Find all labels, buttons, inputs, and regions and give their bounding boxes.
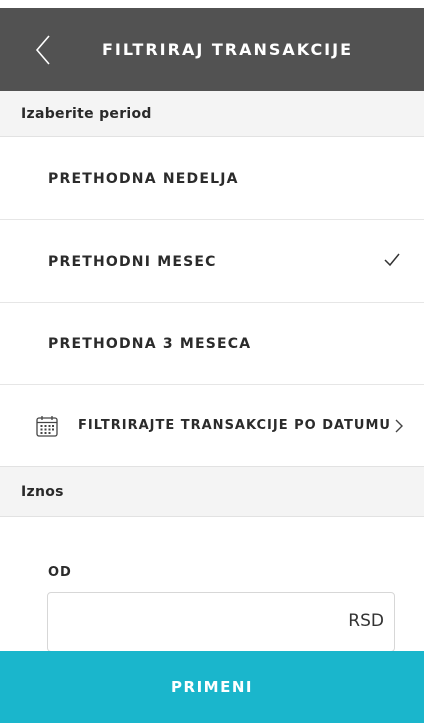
check-icon: [384, 253, 400, 267]
option-prethodni-mesec[interactable]: PRETHODNI MESEC: [0, 221, 424, 303]
page-title: FILTRIRAJ TRANSAKCIJE: [102, 40, 354, 59]
amount-section-heading: Iznos: [0, 467, 424, 517]
currency-label: RSD: [348, 611, 384, 631]
option-prethodna-3-meseca[interactable]: PRETHODNA 3 MESECA: [0, 303, 424, 385]
option-prethodna-nedelja[interactable]: PRETHODNA NEDELJA: [0, 138, 424, 220]
option-label: PRETHODNA 3 MESECA: [48, 336, 252, 352]
option-label: PRETHODNA NEDELJA: [48, 171, 239, 187]
apply-button[interactable]: PRIMENI: [0, 651, 424, 723]
top-bar: FILTRIRAJ TRANSAKCIJE: [0, 8, 424, 91]
period-section-heading: Izaberite period: [0, 91, 424, 137]
filter-by-date-label: FILTRIRAJTE TRANSAKCIJE PO DATUMU: [78, 418, 391, 433]
amount-from-input[interactable]: [60, 603, 320, 641]
chevron-left-icon: [35, 35, 50, 65]
option-label: PRETHODNI MESEC: [48, 254, 217, 270]
filter-by-date-row[interactable]: FILTRIRAJTE TRANSAKCIJE PO DATUMU: [0, 385, 424, 467]
amount-from-field[interactable]: RSD: [47, 592, 395, 652]
amount-from-label: OD: [48, 565, 72, 580]
chevron-right-icon: [395, 419, 403, 433]
calendar-icon: [36, 416, 58, 437]
back-button[interactable]: [28, 32, 58, 68]
